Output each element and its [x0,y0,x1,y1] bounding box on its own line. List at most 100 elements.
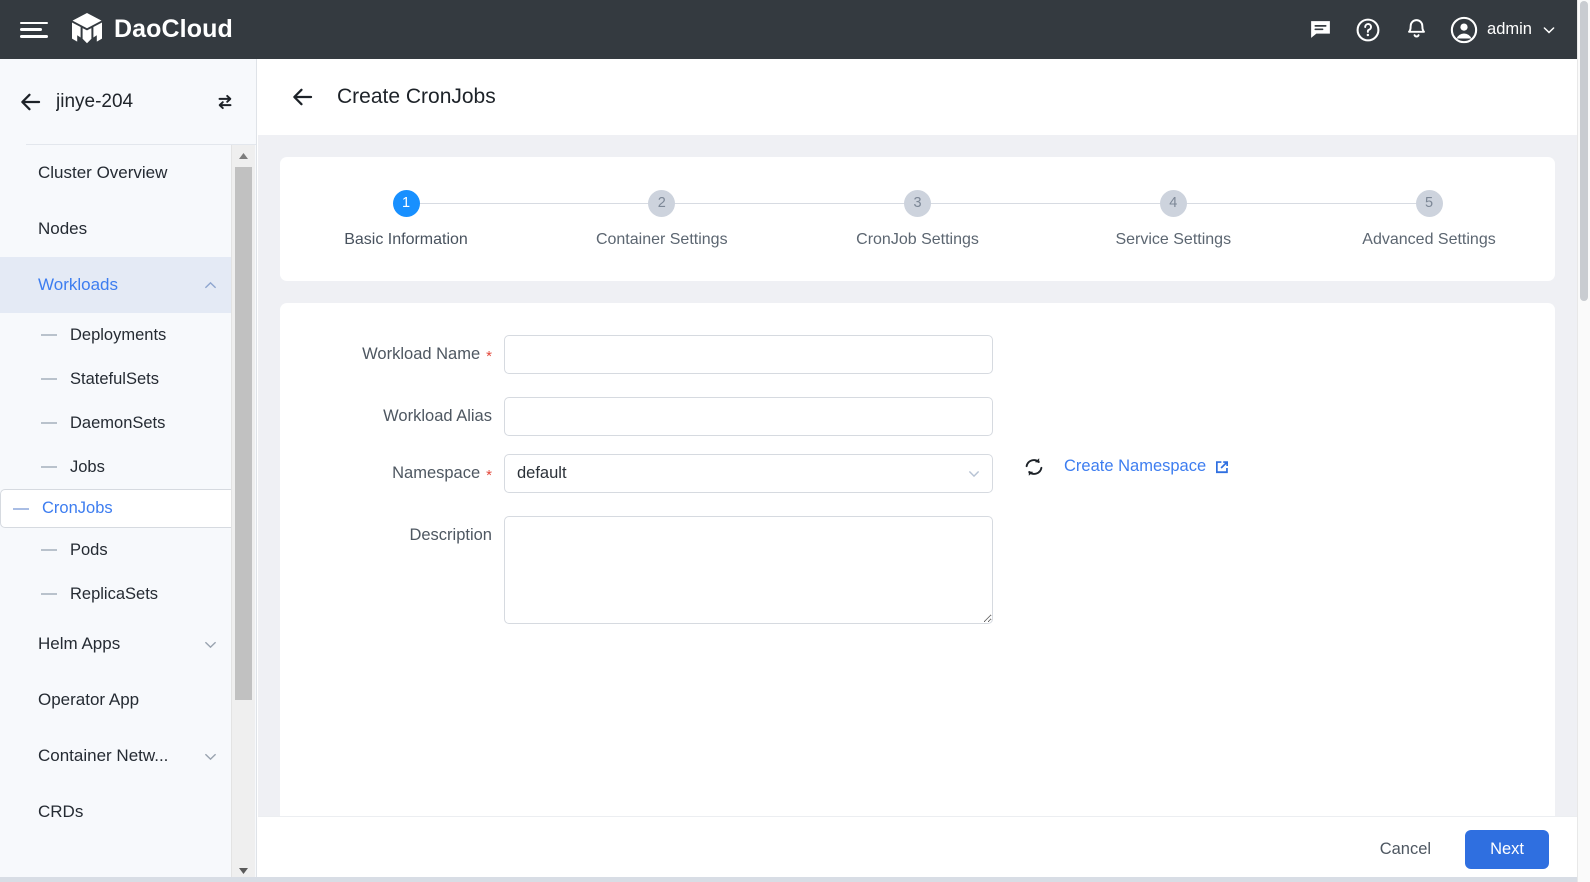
namespace-label: Namespace [392,454,480,493]
sidebar-item-label: Workloads [38,275,202,295]
workload-name-input[interactable] [504,335,993,374]
dash-icon [13,508,29,510]
hamburger-icon[interactable] [20,20,48,40]
step-label: Advanced Settings [1362,231,1495,249]
page-title: Create CronJobs [337,85,496,109]
help-circle-icon[interactable] [1344,6,1392,54]
dash-icon [41,466,57,468]
description-control [504,516,993,629]
sidebar-item-cronjobs[interactable]: CronJobs [0,489,232,528]
sidebar-item-label: Nodes [38,219,218,239]
sidebar-item-label: ReplicaSets [70,585,158,604]
workload-alias-control [504,397,993,436]
step-number: 5 [1416,190,1443,217]
form-row-workload-alias: Workload Alias [280,397,1555,436]
namespace-select[interactable]: default [504,454,993,493]
dash-icon [41,378,57,380]
description-label: Description [409,516,492,555]
main-content: Create CronJobs 1 Basic Information 2 Co… [258,59,1577,882]
brand-logo-link[interactable]: DaoCloud [70,12,233,48]
cluster-name: jinye-204 [56,91,212,113]
step-number: 3 [904,190,931,217]
chevron-down-icon[interactable] [967,467,981,481]
step-connector [406,203,662,204]
bottom-edge-strip [0,877,1577,882]
scroll-up-arrow-icon[interactable] [232,145,255,167]
external-link-icon [1214,459,1230,475]
page-scrollbar-thumb[interactable] [1580,1,1588,301]
sidebar-item-label: Operator App [38,690,218,710]
chevron-down-icon [202,748,218,764]
sidebar-cluster-header: jinye-204 [0,59,256,144]
step-connector [918,203,1174,204]
sidebar-item-container-network[interactable]: Container Netw... [0,728,232,784]
brand-name: DaoCloud [114,15,233,44]
create-namespace-link[interactable]: Create Namespace [1064,457,1230,476]
sidebar-scrollbar[interactable] [231,145,255,882]
form-row-namespace: Namespace * default [280,454,1555,498]
required-marker: * [486,335,492,379]
workload-alias-label-wrap: Workload Alias [280,397,504,436]
message-icon[interactable] [1296,6,1344,54]
form-row-workload-name: Workload Name * [280,335,1555,379]
top-header-bar: DaoCloud [0,0,1577,59]
namespace-control: default [504,454,993,493]
workload-alias-label: Workload Alias [383,397,492,436]
chevron-up-icon [202,277,218,293]
user-menu[interactable]: admin [1440,16,1563,44]
sidebar-item-cluster-overview[interactable]: Cluster Overview [0,145,232,201]
sidebar-item-helm-apps[interactable]: Helm Apps [0,616,232,672]
sidebar-item-label: Helm Apps [38,634,202,654]
switch-cluster-icon[interactable] [212,89,238,115]
step-number: 4 [1160,190,1187,217]
cancel-button[interactable]: Cancel [1364,831,1447,868]
dash-icon [41,334,57,336]
workload-alias-input[interactable] [504,397,993,436]
scrollbar-thumb[interactable] [235,167,252,700]
sidebar-nav-list: Cluster Overview Nodes Workloads Deploym… [0,145,232,882]
step-label: Service Settings [1115,231,1231,249]
step-number: 1 [393,190,420,217]
description-textarea[interactable] [504,516,993,624]
workload-name-label-wrap: Workload Name * [280,335,504,379]
refresh-icon[interactable] [1021,454,1046,479]
sidebar-item-replicasets[interactable]: ReplicaSets [0,572,232,616]
sidebar-item-pods[interactable]: Pods [0,528,232,572]
namespace-select-wrap: default [504,454,993,493]
form-card: Workload Name * Workload Alias [280,303,1555,816]
sidebar-item-deployments[interactable]: Deployments [0,313,232,357]
step-number: 2 [648,190,675,217]
arrow-left-icon[interactable] [290,82,320,112]
user-name: admin [1487,20,1532,39]
required-marker: * [486,454,492,498]
sidebar-item-label: Pods [70,541,108,560]
sidebar-item-crds[interactable]: CRDs [0,784,232,840]
sidebar-item-nodes[interactable]: Nodes [0,201,232,257]
chevron-down-icon[interactable] [1541,22,1557,38]
arrow-left-icon[interactable] [18,87,48,117]
sidebar-item-label: Deployments [70,326,166,345]
step-label: CronJob Settings [856,231,979,249]
page-header: Create CronJobs [258,59,1577,135]
namespace-label-wrap: Namespace * [280,454,504,498]
step-connector [662,203,918,204]
page-body: 1 Basic Information 2 Container Settings… [258,135,1577,816]
sidebar-item-statefulsets[interactable]: StatefulSets [0,357,232,401]
sidebar-item-jobs[interactable]: Jobs [0,445,232,489]
next-button[interactable]: Next [1465,830,1549,869]
sidebar-item-label: StatefulSets [70,370,159,389]
daocloud-cube-logo [70,12,104,48]
workload-name-label: Workload Name [362,335,480,374]
step-label: Container Settings [596,231,728,249]
dash-icon [41,549,57,551]
create-namespace-label: Create Namespace [1064,457,1206,476]
form-footer: Cancel Next [258,816,1577,882]
page-scrollbar[interactable] [1577,0,1590,882]
sidebar-item-daemonsets[interactable]: DaemonSets [0,401,232,445]
sidebar-item-operator-app[interactable]: Operator App [0,672,232,728]
bell-icon[interactable] [1392,6,1440,54]
sidebar: jinye-204 Cluster Overview Nodes Workloa… [0,59,257,882]
namespace-selected-value: default [517,464,567,483]
sidebar-item-workloads[interactable]: Workloads [0,257,232,313]
sidebar-item-label: CronJobs [42,499,113,518]
